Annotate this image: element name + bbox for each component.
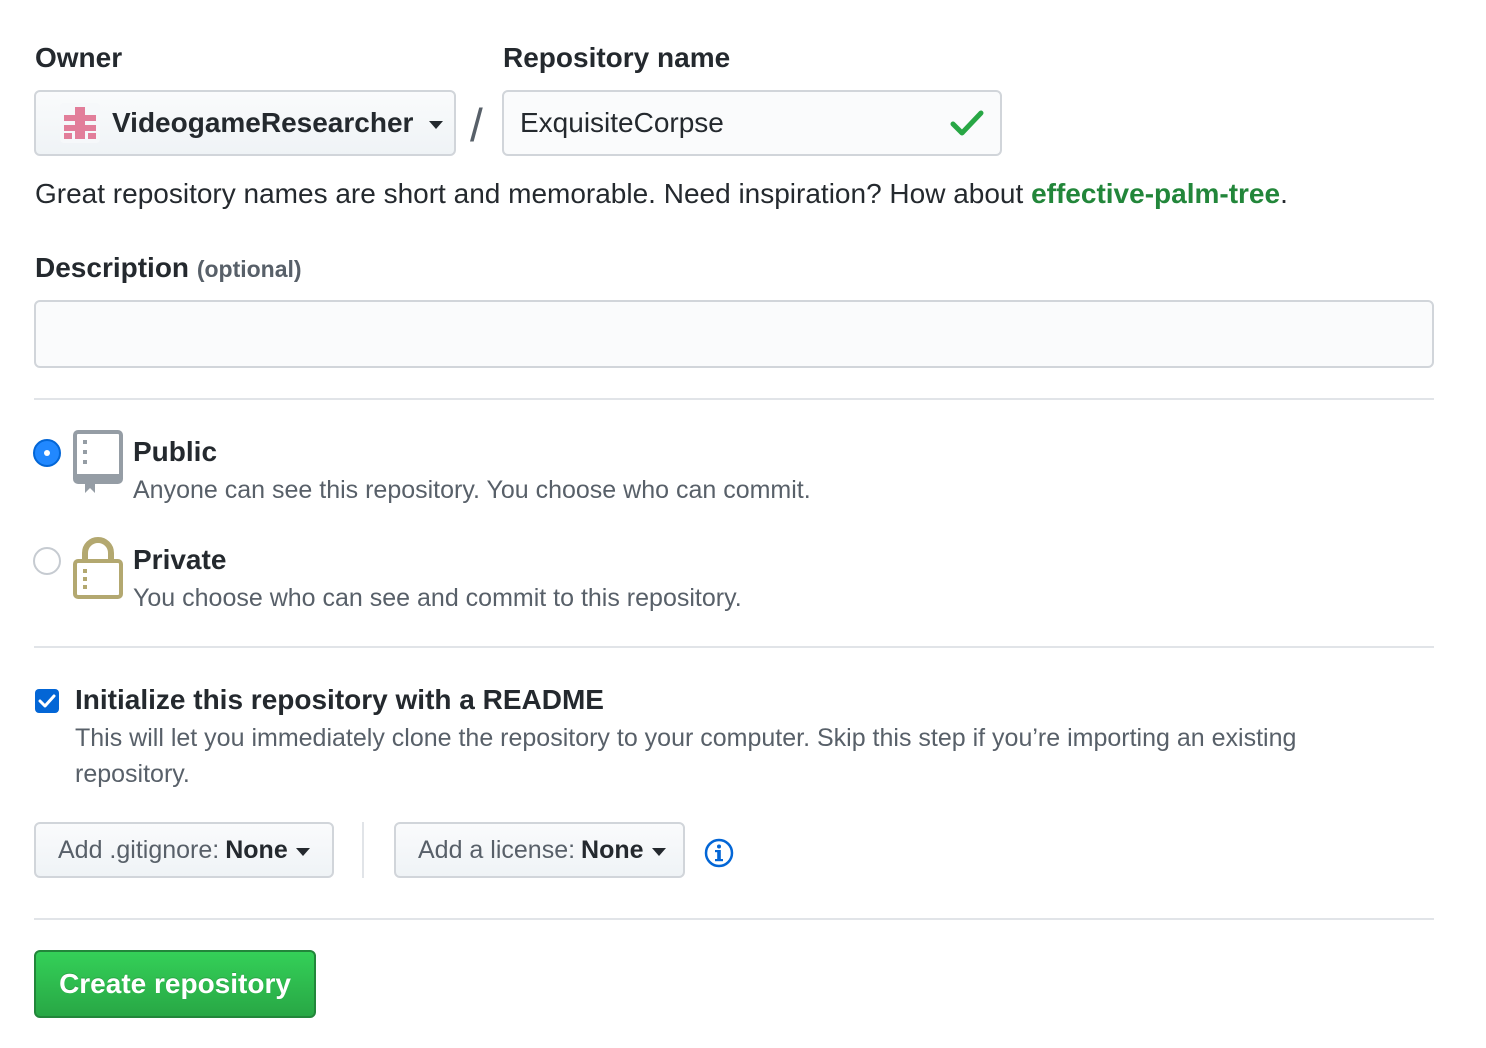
repository-name-label: Repository name <box>503 42 731 73</box>
private-radio[interactable] <box>33 547 61 575</box>
info-icon[interactable] <box>704 838 734 868</box>
check-icon <box>38 694 56 708</box>
check-icon <box>950 110 984 136</box>
select-separator <box>362 822 364 878</box>
create-repository-button[interactable]: Create repository <box>34 950 316 1018</box>
repository-name-hint: Great repository names are short and mem… <box>35 178 1288 210</box>
owner-name: VideogameResearcher <box>112 107 414 138</box>
gitignore-value: None <box>225 835 288 864</box>
public-radio[interactable] <box>33 439 61 467</box>
chevron-down-icon <box>429 121 444 129</box>
divider <box>34 918 1434 920</box>
owner-avatar-icon <box>60 103 100 143</box>
divider <box>34 398 1434 400</box>
public-title: Public <box>133 436 218 467</box>
license-select-button[interactable]: Add a license: None <box>394 822 685 878</box>
optional-tag: (optional) <box>196 256 302 282</box>
license-prefix: Add a license: <box>418 835 576 864</box>
readme-checkbox[interactable] <box>35 689 59 713</box>
hint-suffix: . <box>1280 178 1288 209</box>
repository-name-input[interactable] <box>520 92 940 154</box>
owner-select-button[interactable]: VideogameResearcher <box>34 90 456 156</box>
repo-book-icon <box>73 430 123 493</box>
private-description: You choose who can see and commit to thi… <box>133 584 742 612</box>
owner-label: Owner <box>35 42 123 73</box>
readme-title: Initialize this repository with a README <box>75 684 604 715</box>
chevron-down-icon <box>295 848 310 856</box>
lock-icon <box>73 537 123 599</box>
repository-name-field <box>502 90 1002 156</box>
readme-description: This will let you immediately clone the … <box>75 724 1297 788</box>
divider <box>34 646 1434 648</box>
hint-text: Great repository names are short and mem… <box>35 178 1032 209</box>
public-description: Anyone can see this repository. You choo… <box>133 476 811 504</box>
chevron-down-icon <box>651 848 666 856</box>
description-input[interactable] <box>34 300 1434 368</box>
gitignore-select-button[interactable]: Add .gitignore: None <box>34 822 334 878</box>
license-value: None <box>581 835 644 864</box>
name-suggestion-link[interactable]: effective-palm-tree <box>1031 178 1280 209</box>
description-label-text: Description <box>35 252 190 283</box>
description-label: Description (optional) <box>35 252 302 284</box>
private-title: Private <box>133 544 227 575</box>
owner-repo-separator: / <box>470 99 483 151</box>
gitignore-prefix: Add .gitignore: <box>58 835 220 864</box>
